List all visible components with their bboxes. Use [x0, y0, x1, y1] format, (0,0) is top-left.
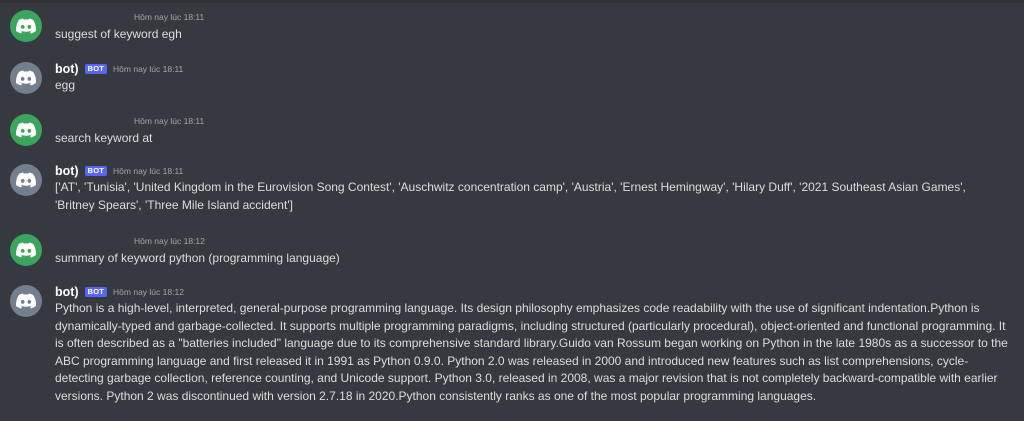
user-avatar[interactable]: [10, 234, 42, 266]
message-content: summary of keyword python (programming l…: [55, 251, 340, 265]
username[interactable]: bot): [55, 164, 79, 178]
message-item: Hôm nay lúc 18:11 search keyword at: [0, 114, 1024, 154]
discord-logo-icon: [16, 172, 36, 188]
message-item: bot) BOT Hôm nay lúc 18:12 Python is a h…: [0, 285, 1024, 415]
bot-badge: BOT: [84, 287, 108, 297]
bot-badge: BOT: [84, 64, 108, 74]
message-timestamp: Hôm nay lúc 18:11: [134, 12, 205, 22]
message-content: search keyword at: [55, 131, 153, 145]
bot-avatar[interactable]: [10, 285, 42, 317]
discord-logo-icon: [16, 70, 36, 86]
message-timestamp: Hôm nay lúc 18:12: [134, 236, 205, 246]
message-item: Hôm nay lúc 18:11 suggest of keyword egh: [0, 10, 1024, 50]
message-content: suggest of keyword egh: [55, 27, 182, 41]
discord-logo-icon: [16, 122, 36, 138]
window-top-edge: [0, 0, 1024, 3]
user-avatar[interactable]: [10, 114, 42, 146]
bot-avatar[interactable]: [10, 62, 42, 94]
message-header: bot) BOT Hôm nay lúc 18:12: [55, 285, 184, 299]
message-timestamp: Hôm nay lúc 18:12: [113, 287, 184, 297]
message-timestamp: Hôm nay lúc 18:11: [113, 166, 184, 176]
bot-avatar[interactable]: [10, 164, 42, 196]
user-avatar[interactable]: [10, 10, 42, 42]
message-header: bot) BOT Hôm nay lúc 18:11: [55, 164, 183, 178]
message-item: bot) BOT Hôm nay lúc 18:11 egg: [0, 62, 1024, 102]
username[interactable]: bot): [55, 285, 79, 299]
discord-logo-icon: [16, 293, 36, 309]
message-item: Hôm nay lúc 18:12 summary of keyword pyt…: [0, 234, 1024, 274]
message-timestamp: Hôm nay lúc 18:11: [134, 116, 205, 126]
message-content: Python is a high-level, interpreted, gen…: [55, 301, 1008, 403]
bot-badge: BOT: [84, 166, 108, 176]
message-content: egg: [55, 78, 76, 92]
message-header: bot) BOT Hôm nay lúc 18:11: [55, 62, 183, 76]
message-timestamp: Hôm nay lúc 18:11: [113, 64, 184, 74]
discord-logo-icon: [16, 242, 36, 258]
discord-logo-icon: [16, 18, 36, 34]
message-item: bot) BOT Hôm nay lúc 18:11 ['AT', 'Tunis…: [0, 164, 1024, 220]
username[interactable]: bot): [55, 62, 79, 76]
message-content: ['AT', 'Tunisia', 'United Kingdom in the…: [55, 180, 966, 212]
